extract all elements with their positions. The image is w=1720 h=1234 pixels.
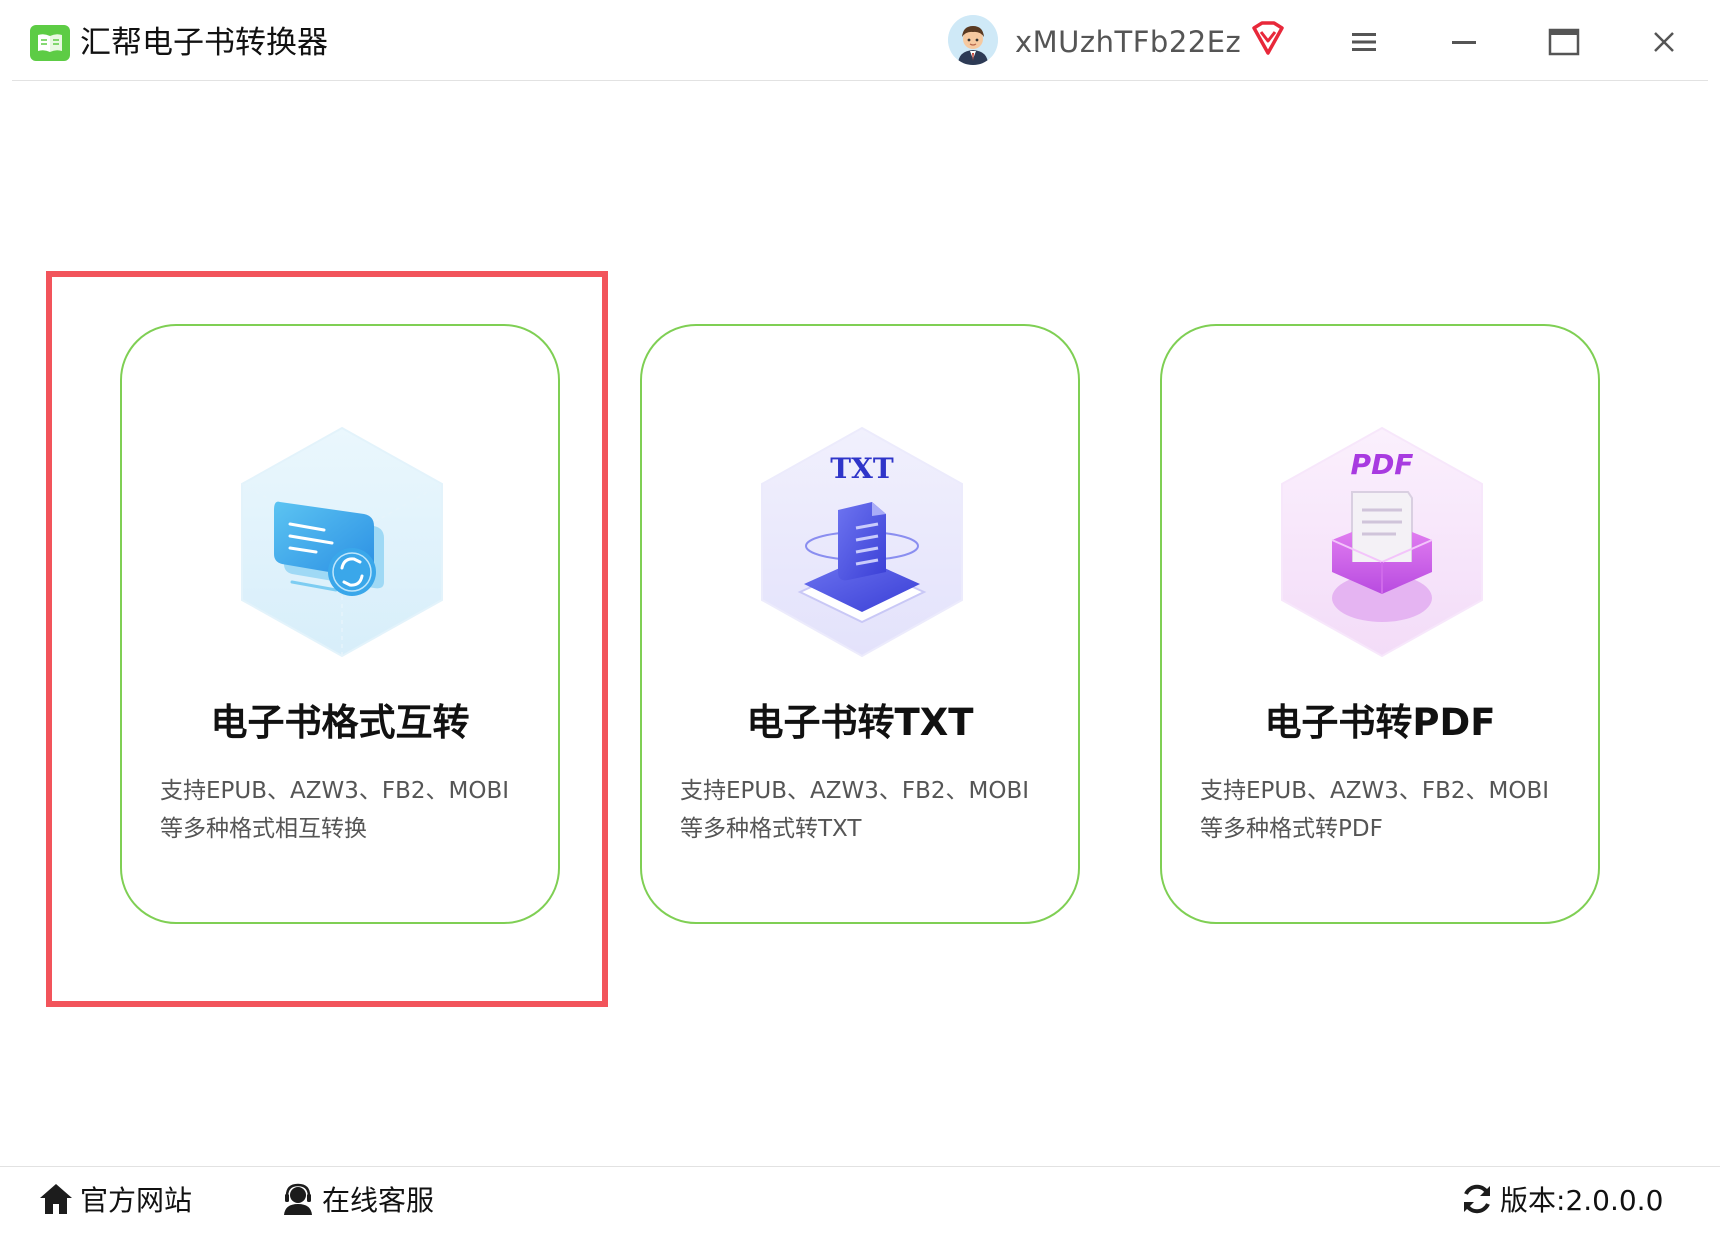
vip-diamond-icon[interactable] bbox=[1250, 20, 1286, 56]
footer: 官方网站 在线客服 版本:2.0.0.0 bbox=[0, 1167, 1720, 1234]
txt-label: TXT bbox=[830, 452, 894, 485]
card-ebook-to-txt[interactable]: TXT 电子书转TXT 支持EPUB、AZW3、FB2、MOBI 等多种格式转T… bbox=[640, 324, 1080, 924]
username[interactable]: xMUzhTFb22Ez bbox=[1015, 22, 1241, 62]
version-label: 版本:2.0.0.0 bbox=[1500, 1179, 1663, 1219]
app-title: 汇帮电子书转换器 bbox=[80, 25, 328, 61]
txt-icon: TXT bbox=[752, 422, 972, 662]
pdf-icon: PDF bbox=[1272, 422, 1492, 662]
version-value: 2.0.0.0 bbox=[1565, 1184, 1664, 1217]
official-site-label: 官方网站 bbox=[80, 1184, 193, 1217]
menu-button[interactable] bbox=[1339, 18, 1389, 66]
card-title: 电子书格式互转 bbox=[210, 701, 470, 744]
maximize-button[interactable] bbox=[1539, 18, 1589, 66]
card-ebook-format-convert[interactable]: 电子书格式互转 支持EPUB、AZW3、FB2、MOBI 等多种格式相互转换 bbox=[120, 324, 560, 924]
app-logo-icon bbox=[30, 25, 70, 61]
close-button[interactable] bbox=[1639, 18, 1689, 66]
card-description: 支持EPUB、AZW3、FB2、MOBI 等多种格式相互转换 bbox=[160, 772, 538, 848]
titlebar-divider bbox=[12, 80, 1708, 81]
card-description: 支持EPUB、AZW3、FB2、MOBI 等多种格式转PDF bbox=[1200, 772, 1578, 848]
maximize-icon bbox=[1548, 28, 1580, 56]
card-title: 电子书转PDF bbox=[1264, 701, 1496, 744]
card-desc-line: 等多种格式相互转换 bbox=[160, 816, 367, 842]
card-desc-line: 支持EPUB、AZW3、FB2、MOBI bbox=[1200, 778, 1550, 804]
minimize-icon bbox=[1452, 41, 1476, 44]
menu-icon bbox=[1352, 33, 1376, 51]
headset-icon bbox=[284, 1183, 312, 1215]
title-bar: 汇帮电子书转换器 xMUzhTFb22Ez bbox=[0, 0, 1720, 81]
pdf-label: PDF bbox=[1351, 448, 1414, 481]
ebook-convert-icon bbox=[232, 422, 452, 662]
card-description: 支持EPUB、AZW3、FB2、MOBI 等多种格式转TXT bbox=[680, 772, 1058, 848]
minimize-button[interactable] bbox=[1439, 18, 1489, 66]
card-ebook-to-pdf[interactable]: PDF 电子书转PDF 支持EPUB、AZW3、FB2、MOBI 等多种格式转P… bbox=[1160, 324, 1600, 924]
card-desc-line: 支持EPUB、AZW3、FB2、MOBI bbox=[160, 778, 510, 804]
refresh-icon bbox=[1464, 1184, 1490, 1214]
home-icon bbox=[40, 1184, 72, 1214]
card-title: 电子书转TXT bbox=[746, 701, 974, 744]
customer-service-link[interactable]: 在线客服 bbox=[280, 1177, 434, 1221]
card-desc-line: 支持EPUB、AZW3、FB2、MOBI bbox=[680, 778, 1030, 804]
customer-service-label: 在线客服 bbox=[322, 1184, 435, 1217]
version-info[interactable]: 版本:2.0.0.0 bbox=[1460, 1177, 1663, 1221]
avatar[interactable] bbox=[948, 15, 998, 65]
card-desc-line: 等多种格式转PDF bbox=[1200, 816, 1383, 842]
version-prefix: 版本: bbox=[1500, 1184, 1566, 1217]
card-desc-line: 等多种格式转TXT bbox=[680, 816, 862, 842]
official-site-link[interactable]: 官方网站 bbox=[38, 1177, 192, 1221]
close-icon bbox=[1654, 32, 1674, 52]
